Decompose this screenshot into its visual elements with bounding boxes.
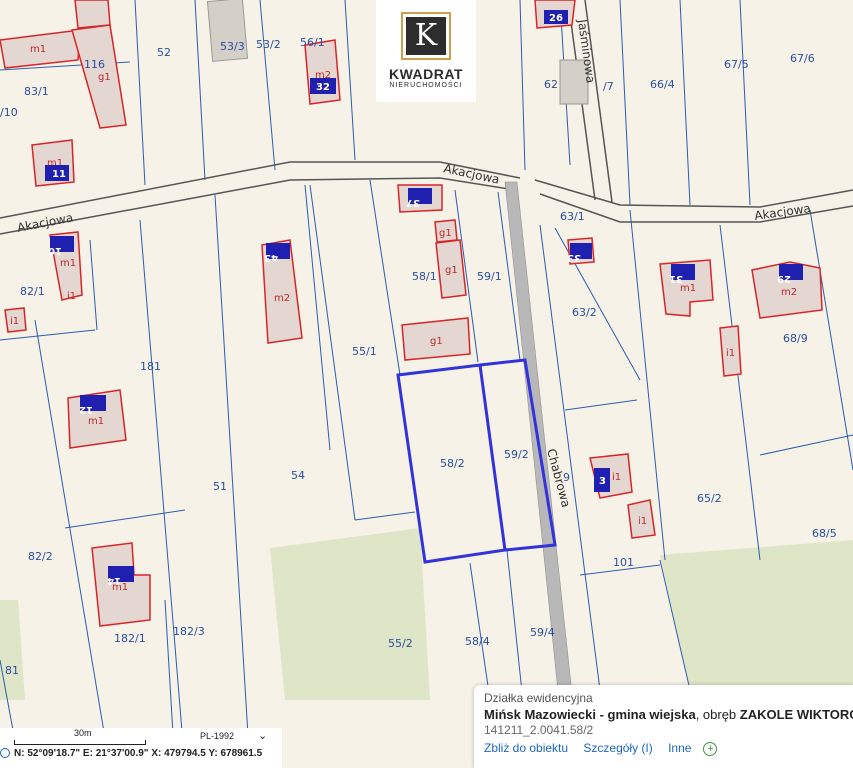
building-label: g1 (439, 228, 452, 239)
location-icon[interactable] (0, 748, 10, 758)
parcel-label: /7 (603, 80, 614, 93)
parcel-label: 182/1 (114, 632, 146, 645)
parcel-label: 58/4 (465, 635, 490, 648)
zoom-to-object-link[interactable]: Zbliż do obiektu (484, 741, 568, 755)
parcel-label: 53/3 (220, 40, 245, 53)
parcel-label: 82/1 (20, 285, 45, 298)
info-municipality: Mińsk Mazowiecki - gmina wiejska (484, 707, 696, 722)
parcel-label: 55/1 (352, 345, 377, 358)
building-label: i1 (638, 516, 647, 527)
parcel-label: 66/4 (650, 78, 675, 91)
parcel-label: 55/2 (388, 637, 413, 650)
parcel-label: 63/2 (572, 306, 597, 319)
parcel-label: 58/1 (412, 270, 437, 283)
parcel-info-panel: Działka ewidencyjna Mińsk Mazowiecki - g… (474, 685, 853, 768)
parcel-label: 83/1 (24, 85, 49, 98)
logo-subtitle: NIERUCHOMOŚCI (389, 82, 463, 89)
building-label: g1 (445, 265, 458, 276)
building-label: i1 (67, 291, 76, 302)
parcel-label: 101 (613, 556, 634, 569)
parcel-label: 82/2 (28, 550, 53, 563)
house-number: 14 (107, 575, 121, 586)
parcel-label: 182/3 (173, 625, 205, 638)
agency-logo: K KWADRAT NIERUCHOMOŚCI (376, 0, 476, 102)
parcel-label: /10 (0, 106, 18, 119)
parcel-label: 67/6 (790, 52, 815, 65)
logo-letter: K (406, 17, 446, 55)
parcel-label: 68/5 (812, 527, 837, 540)
house-number: 33 (567, 252, 581, 263)
building-label: m1 (30, 44, 46, 55)
house-number: 12 (79, 404, 93, 415)
parcel-label: 56/1 (300, 36, 325, 49)
parcel-label: 63/1 (560, 210, 585, 223)
scale-bar-panel: 30m PL-1992 ⌄ N: 52°09'18.7" E: 21°37'00… (0, 728, 282, 768)
building-label: m1 (60, 258, 76, 269)
parcel-label-selected[interactable]: 58/2 (440, 457, 465, 470)
scale-bar-label: 30m (74, 728, 92, 738)
plus-circle-icon[interactable]: + (703, 742, 718, 756)
house-number: 3 (599, 476, 606, 487)
parcel-label: 52 (157, 46, 171, 59)
house-number: 32 (316, 82, 330, 93)
building-label: g1 (430, 336, 443, 347)
info-parcel-id: 141211_2.0041.58/2 (484, 723, 594, 737)
building-label: m1 (88, 416, 104, 427)
parcel-label: 53/2 (256, 38, 281, 51)
building-label: g1 (98, 72, 111, 83)
cursor-coordinates: N: 52°09'18.7" E: 21°37'00.9" X: 479794.… (14, 748, 263, 759)
parcel-label: 67/5 (724, 58, 749, 71)
cadastral-map[interactable]: Akacjowa Akacjowa Akacjowa Jaśminowa Cha… (0, 0, 853, 768)
parcel-label: 81 (5, 664, 19, 677)
house-number: 26 (549, 13, 563, 24)
info-title: Działka ewidencyjna (484, 691, 593, 705)
parcel-label: 62 (544, 78, 558, 91)
building-label: i1 (726, 348, 735, 359)
chevron-down-icon[interactable]: ⌄ (258, 729, 267, 742)
house-number: 29 (777, 273, 791, 284)
other-link[interactable]: Inne (668, 741, 691, 755)
building-label: m2 (274, 293, 290, 304)
logo-brand: KWADRAT (388, 66, 463, 82)
scale-bar (14, 740, 146, 745)
parcel-label: 68/9 (783, 332, 808, 345)
parcel-label: 116 (84, 58, 105, 71)
parcel-label: 54 (291, 469, 305, 482)
parcel-label: 181 (140, 360, 161, 373)
info-precinct: ZAKOLE WIKTOROWO (739, 707, 853, 722)
parcel-label: 59/2 (504, 448, 529, 461)
info-precinct-prefix: , obręb (695, 707, 740, 722)
info-links: Zbliż do obiektu Szczegóły (I) Inne + (484, 741, 729, 756)
logo-mark: K (401, 12, 451, 60)
parcel-label: 65/2 (697, 492, 722, 505)
crs-select[interactable]: PL-1992 (200, 731, 234, 741)
building-label: i1 (10, 316, 19, 327)
parcel-label: 51 (213, 480, 227, 493)
house-number: 37 (406, 197, 420, 208)
house-number: 31 (669, 273, 683, 284)
details-link[interactable]: Szczegóły (I) (583, 741, 652, 755)
building-label: i1 (612, 472, 621, 483)
building-label: m2 (781, 287, 797, 298)
house-number: 11 (52, 169, 66, 180)
house-number: 43 (264, 252, 278, 263)
parcel-label: 59/4 (530, 626, 555, 639)
info-location: Mińsk Mazowiecki - gmina wiejska, obręb … (484, 707, 853, 722)
parcel-label: 9 (563, 471, 570, 484)
parcel-label: 59/1 (477, 270, 502, 283)
house-number: 10 (48, 245, 62, 256)
